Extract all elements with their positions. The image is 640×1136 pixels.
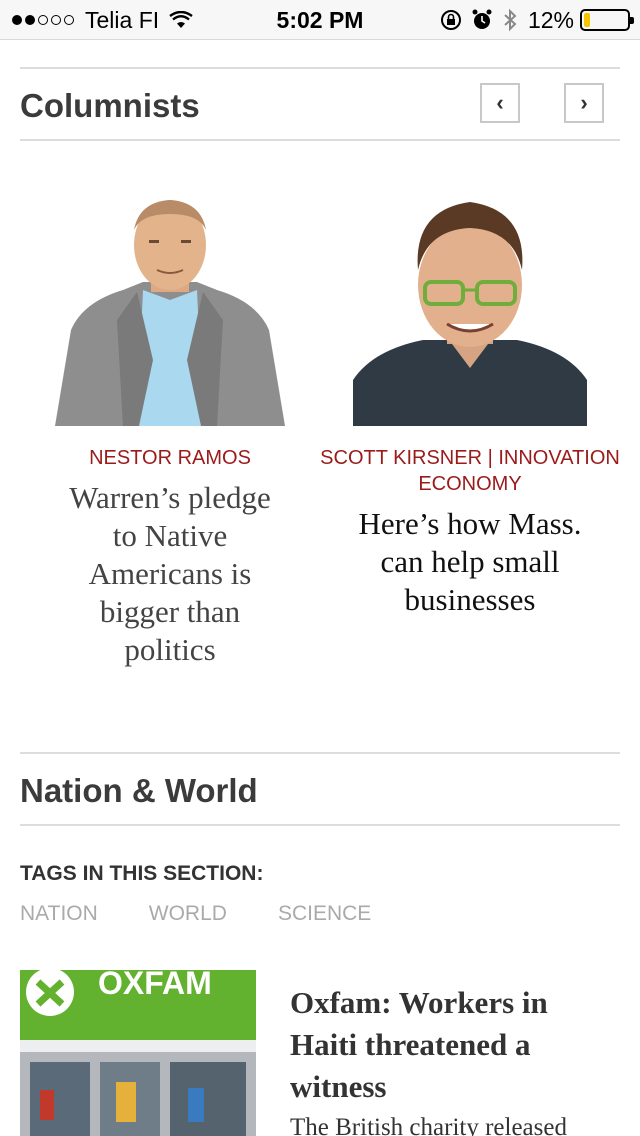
tags-list: NATION WORLD SCIENCE <box>20 902 422 926</box>
oxfam-sign-text: OXFAM <box>98 970 212 1001</box>
section-divider <box>20 67 620 69</box>
chevron-right-icon: › <box>580 90 588 115</box>
rotation-lock-icon <box>440 10 461 30</box>
columnist-portrait <box>53 190 287 426</box>
columnist-portrait <box>353 190 587 426</box>
tag-world[interactable]: WORLD <box>149 902 227 926</box>
status-bar: Telia FI 5:02 PM 12% <box>0 0 640 40</box>
section-divider <box>20 824 620 826</box>
battery-icon <box>580 9 634 31</box>
chevron-left-icon: ‹ <box>496 90 504 115</box>
nation-world-title: Nation & World <box>20 772 258 809</box>
status-right: 12% <box>430 6 634 33</box>
tag-nation[interactable]: NATION <box>20 902 98 926</box>
next-button[interactable]: › <box>564 83 604 123</box>
section-divider <box>20 139 620 141</box>
section-divider <box>20 752 620 754</box>
story-headline[interactable]: Oxfam: Workers in Haiti threatened a wit… <box>290 982 620 1108</box>
oxfam-storefront-image: OXFAM <box>20 970 256 1136</box>
columnist-card[interactable]: NESTOR RAMOS Warren’s pledge to Native A… <box>20 190 320 669</box>
battery-percent: 12% <box>527 6 574 33</box>
columnist-author: SCOTT KIRSNER | INNOVATION ECONOMY <box>320 447 620 495</box>
previous-button[interactable]: ‹ <box>480 83 520 123</box>
columnist-author: NESTOR RAMOS <box>89 447 251 469</box>
tag-science[interactable]: SCIENCE <box>278 902 371 926</box>
columnist-headline[interactable]: Warren’s pledge to Native Americans is b… <box>55 479 285 669</box>
story-image[interactable]: OXFAM <box>20 970 256 1136</box>
tags-heading: TAGS IN THIS SECTION: <box>20 862 264 885</box>
columnists-title: Columnists <box>20 87 200 124</box>
alarm-icon <box>472 9 492 29</box>
columnist-card[interactable]: SCOTT KIRSNER | INNOVATION ECONOMY Here’… <box>320 190 620 619</box>
bluetooth-icon <box>504 8 517 32</box>
columnist-headline[interactable]: Here’s how Mass. can help small business… <box>355 505 585 619</box>
story-summary: The British charity released <box>290 1114 567 1136</box>
